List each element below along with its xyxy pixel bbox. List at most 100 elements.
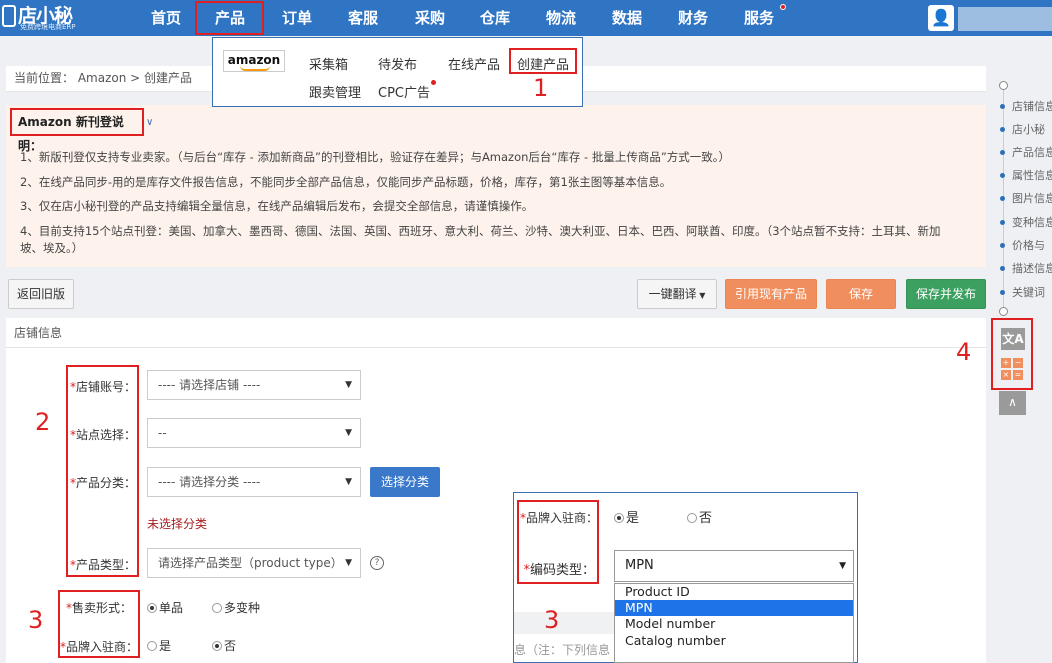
user-name-area[interactable]: [958, 7, 1052, 31]
rail-item-label: 产品信息: [1012, 146, 1052, 158]
bullet-icon: [1000, 220, 1005, 225]
help-icon[interactable]: ?: [370, 556, 384, 570]
notice-line: 3、仅在店小秘刊登的产品支持编辑全量信息，在线产品编辑后发布，会提交全部信息，请…: [20, 199, 534, 213]
calc-equals: =: [1013, 370, 1023, 380]
brand-registry-yes-radio[interactable]: 是: [147, 637, 171, 654]
highlight-box-store-fields: [66, 365, 139, 577]
encode-type-label: *编码类型：: [522, 559, 595, 578]
site-select[interactable]: -- ▼: [147, 418, 361, 448]
chevron-up-icon[interactable]: ∧: [999, 391, 1026, 415]
app-logo[interactable]: 店小秘 免费跨境电商ERP: [0, 0, 92, 36]
bullet-icon: [1000, 150, 1005, 155]
brand-registry-no-radio[interactable]: 否: [212, 637, 236, 654]
encode-option-catalog-number[interactable]: Catalog number: [615, 633, 853, 649]
brand-yes-label: 是: [159, 639, 172, 653]
sale-type-multi-variant-radio[interactable]: 多变种: [212, 599, 260, 616]
rail-item-store-info[interactable]: 店铺信息: [1000, 98, 1052, 112]
rail-item-description-info[interactable]: 描述信息: [1000, 260, 1052, 274]
translate-button-label: 一键翻译: [648, 287, 697, 301]
caret-down-icon: ▼: [345, 428, 352, 438]
brand-registry-label-text: 品牌入驻商：: [66, 640, 139, 654]
store-account-select[interactable]: ---- 请选择店铺 ---- ▼: [147, 370, 361, 400]
no-category-warning: 未选择分类: [147, 517, 208, 531]
inset-brand-yes-radio[interactable]: 是: [614, 507, 639, 526]
radio-dot-icon: [687, 513, 697, 523]
nav-item-services[interactable]: 服务: [733, 0, 785, 36]
rail-item-variant-info[interactable]: 变种信息: [1000, 214, 1052, 228]
user-icon[interactable]: 👤: [928, 5, 954, 31]
product-type-select[interactable]: 请选择产品类型（product type） ▼: [147, 548, 361, 578]
menu-item-online-products[interactable]: 在线产品: [448, 54, 500, 73]
save-and-publish-button[interactable]: 保存并发布: [906, 279, 986, 309]
annotation-number: 2: [35, 408, 51, 436]
menu-item-collection-box[interactable]: 采集箱: [309, 54, 348, 73]
encode-option-product-id[interactable]: Product ID: [615, 584, 853, 600]
nav-item-home[interactable]: 首页: [140, 0, 192, 36]
rail-item-attribute-info[interactable]: 属性信息: [1000, 167, 1052, 181]
category-select[interactable]: ---- 请选择分类 ---- ▼: [147, 467, 361, 497]
store-account-value: ---- 请选择店铺 ----: [158, 378, 261, 392]
nav-item-service[interactable]: 客服: [337, 0, 389, 36]
bullet-icon: [1000, 196, 1005, 201]
rail-bottom-circle-icon: [999, 307, 1008, 316]
rail-item-label: 描述信息: [1012, 262, 1052, 274]
choose-category-button[interactable]: 选择分类: [370, 467, 440, 497]
rail-item-keywords[interactable]: 关键词: [1000, 284, 1052, 298]
inset-brand-no-label: 否: [699, 511, 713, 526]
radio-dot-icon: [212, 603, 222, 613]
nav-item-finance[interactable]: 财务: [667, 0, 719, 36]
bullet-icon: [1000, 266, 1005, 271]
rail-item-price[interactable]: 价格与: [1000, 237, 1052, 251]
inset-brand-no-radio[interactable]: 否: [687, 507, 712, 526]
encode-option-model-number[interactable]: Model number: [615, 616, 853, 632]
notice-line: 1、新版刊登仅支持专业卖家。（与后台“库存 - 添加新商品”的刊登相比，验证存在…: [20, 150, 731, 164]
brand-registry-label: *品牌入驻商：: [60, 638, 138, 655]
rail-item-image-info[interactable]: 图片信息: [1000, 190, 1052, 204]
sale-type-single-radio[interactable]: 单品: [147, 599, 183, 616]
one-click-translate-button[interactable]: 一键翻译 ▼: [637, 279, 717, 309]
sale-type-single-label: 单品: [159, 601, 184, 615]
logo-subtitle: 免费跨境电商ERP: [20, 23, 76, 31]
highlight-box-product-nav: [195, 1, 264, 35]
rail-item-dianxiaomi[interactable]: 店小秘: [1000, 121, 1052, 135]
chevron-down-icon[interactable]: ∨: [146, 117, 153, 128]
translate-icon[interactable]: 文A: [1001, 328, 1025, 350]
section-title: 店铺信息: [6, 318, 986, 348]
notice-line: 4、目前支持15个站点刊登：美国、加拿大、墨西哥、德国、法国、英国、西班牙、意大…: [20, 224, 941, 238]
cite-existing-product-button[interactable]: 引用现有产品: [725, 279, 817, 309]
nav-item-warehouse[interactable]: 仓库: [469, 0, 521, 36]
menu-item-follow-sell[interactable]: 跟卖管理: [309, 82, 361, 101]
menu-item-cpc-ads[interactable]: CPC广告: [378, 82, 430, 101]
rail-item-product-info[interactable]: 产品信息: [1000, 144, 1052, 158]
bullet-icon: [1000, 243, 1005, 248]
calc-minus: −: [1013, 358, 1023, 368]
caret-down-icon: ▼: [345, 558, 352, 568]
nav-item-orders[interactable]: 订单: [271, 0, 323, 36]
save-button[interactable]: 保存: [826, 279, 896, 309]
inset-brand-yes-label: 是: [626, 511, 640, 526]
amazon-logo[interactable]: amazon: [223, 50, 285, 72]
nav-item-data[interactable]: 数据: [601, 0, 653, 36]
back-to-old-version-button[interactable]: 返回旧版: [8, 279, 74, 309]
encode-type-value: MPN: [625, 558, 654, 573]
bullet-icon: [1000, 290, 1005, 295]
sale-type-label-text: 售卖形式：: [71, 601, 132, 615]
annotation-number: 3: [28, 606, 44, 634]
product-type-label-text: 产品类型：: [76, 558, 137, 572]
inset-faint-text: 息（注：下列信息: [514, 643, 611, 657]
calculator-icon[interactable]: + − × =: [1001, 358, 1025, 384]
notice-line: 2、在线产品同步-用的是库存文件报告信息，不能同步全部产品信息，仅能同步产品标题…: [20, 175, 672, 189]
rail-item-label: 关键词: [1012, 286, 1045, 298]
store-account-label-text: 店铺账号：: [76, 380, 137, 394]
nav-item-logistics[interactable]: 物流: [535, 0, 587, 36]
notice-title[interactable]: Amazon 新刊登说明：: [10, 108, 144, 153]
inset-brand-label-text: 品牌入驻商：: [526, 511, 599, 525]
menu-item-pending-publish[interactable]: 待发布: [378, 54, 417, 73]
encode-type-select[interactable]: MPN ▼: [614, 550, 854, 582]
brand-no-label: 否: [224, 639, 237, 653]
calc-plus: +: [1001, 358, 1011, 368]
product-dropdown-menu: amazon 采集箱 待发布 在线产品 创建产品 跟卖管理 CPC广告 1: [212, 37, 583, 107]
encode-option-mpn[interactable]: MPN: [615, 600, 853, 616]
caret-down-icon: ▼: [839, 561, 846, 571]
nav-item-purchase[interactable]: 采购: [404, 0, 456, 36]
